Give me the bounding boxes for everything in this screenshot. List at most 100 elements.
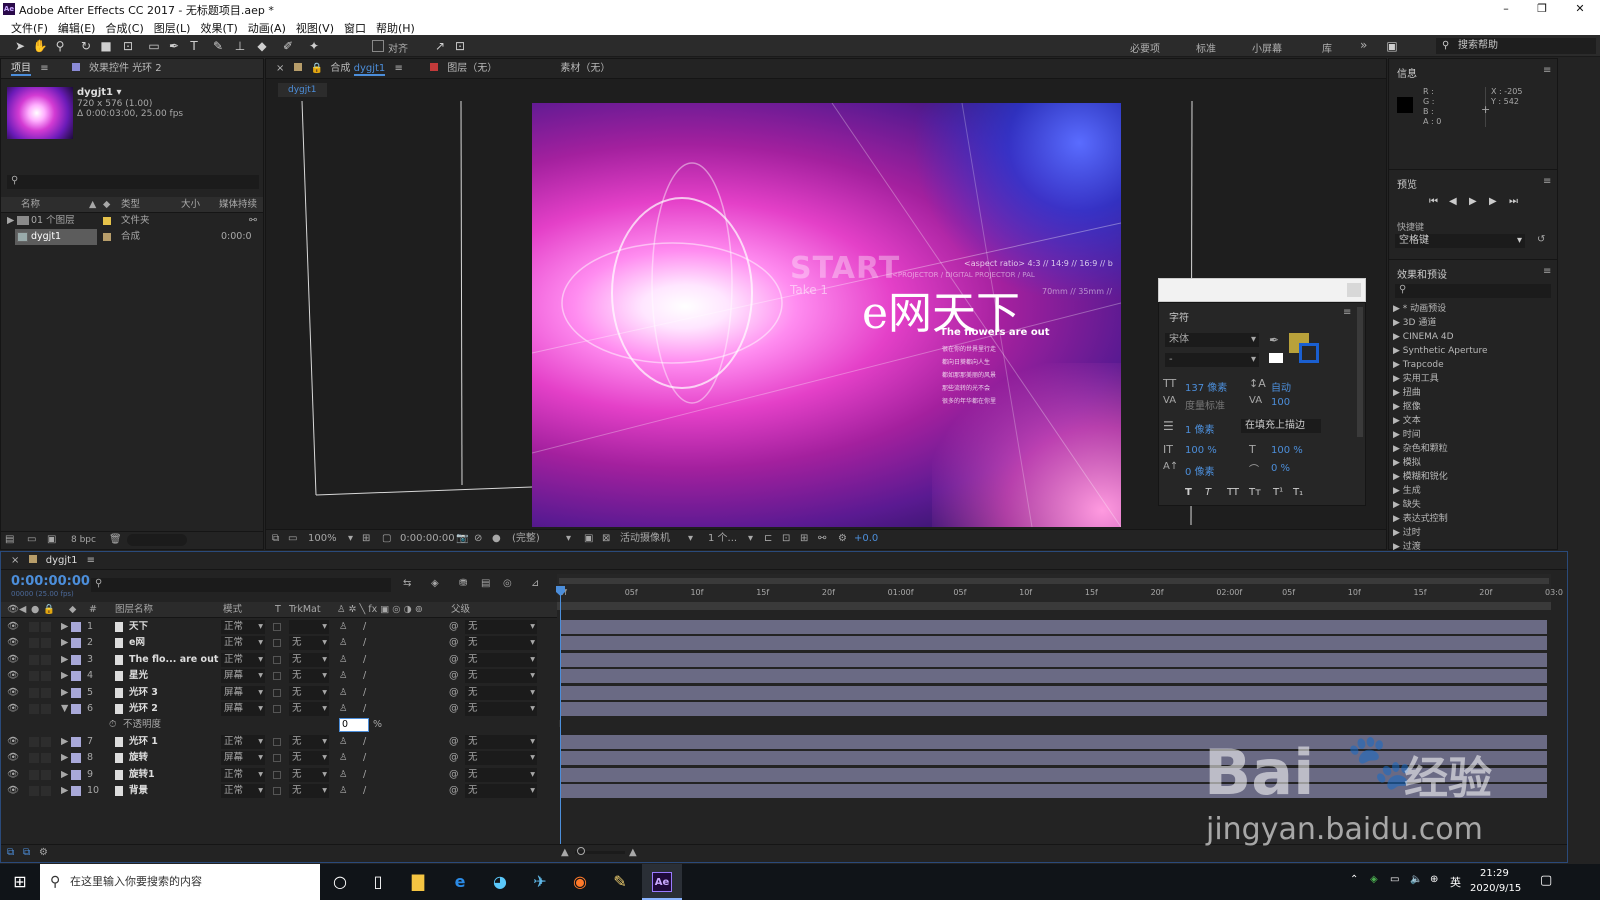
eye-icon[interactable]: 👁 [7,767,19,783]
parent-dropdown[interactable]: 无 ▾ [465,702,537,716]
toggle-mask-icon[interactable]: ▢ [382,530,391,548]
pickwhip-icon[interactable]: @ [449,734,459,750]
label-color-swatch[interactable] [71,671,81,682]
layer-name[interactable]: 光环 1 [129,734,158,750]
panel-menu-icon[interactable]: ≡ [1543,266,1551,277]
label-color-swatch[interactable] [71,704,81,714]
preserve-transparency-checkbox[interactable] [273,770,281,779]
layer-name[interactable]: 背景 [129,783,148,799]
faux-bold-button[interactable]: T [1185,487,1192,498]
parent-dropdown[interactable]: 无 ▾ [465,751,537,766]
last-frame-icon[interactable]: ⏭ [1509,196,1518,207]
label-color-swatch[interactable] [71,786,81,796]
eye-icon[interactable]: 👁 [7,734,19,750]
shy-icon[interactable]: ⛃ [459,578,467,589]
effect-category[interactable]: ▶ 表达式控制 [1393,512,1553,526]
lock-box[interactable] [41,638,51,649]
layer-row[interactable]: 👁 ▶ 1 天下 正常 ▾ ▾ ♙ / @ 无 ▾ [1,619,1567,635]
faux-italic-button[interactable]: T [1205,487,1211,498]
transparency-grid-icon[interactable]: ⊠ [602,530,610,548]
blend-mode-dropdown[interactable]: 屏幕 ▾ [221,669,265,684]
camera-tool-icon[interactable]: ■ [98,38,114,54]
shy-switch-icon[interactable]: ♙ [339,685,348,701]
preserve-transparency-checkbox[interactable] [273,639,281,648]
puppet-tool-icon[interactable]: ✦ [306,38,322,54]
shy-switch-icon[interactable]: ♙ [339,701,348,717]
all-caps-button[interactable]: TT [1227,487,1239,498]
effect-category[interactable]: ▶ 模糊和锐化 [1393,470,1553,484]
pickwhip-icon[interactable]: @ [449,635,459,651]
trkmat-dropdown[interactable]: 无 ▾ [289,734,329,749]
lock-box[interactable] [41,704,51,714]
eye-icon[interactable]: 👁 [7,668,19,684]
layer-name[interactable]: e网 [129,635,145,651]
effect-category[interactable]: ▶ 生成 [1393,484,1553,498]
stroke-width-value[interactable]: 1 像素 [1185,421,1215,436]
more-workspaces-button[interactable]: » [1360,38,1367,52]
quality-switch-icon[interactable]: / [363,619,366,635]
toggle-switches-icon[interactable]: ⧉ [7,847,14,858]
quality-switch-icon[interactable]: / [363,668,366,684]
project-search-input[interactable]: ⚲ [7,175,259,189]
effect-category[interactable]: ▶ Trapcode [1393,358,1553,372]
trkmat-dropdown[interactable]: 无 ▾ [289,636,329,651]
timeline-search-input[interactable]: ⚲ [91,578,391,592]
column-name[interactable]: 名称 [21,197,40,213]
pickwhip-icon[interactable]: @ [449,668,459,684]
superscript-button[interactable]: T¹ [1273,487,1283,498]
pickwhip-icon[interactable]: @ [449,701,459,717]
expand-arrow-icon[interactable]: ▶ [61,750,68,766]
type-tool-icon[interactable]: T [186,38,202,54]
comp-canvas[interactable]: START Take 1 <aspect ratio> 4:3 // 14:9 … [532,103,1121,527]
comp-mini-flowchart-icon[interactable]: ⇆ [403,578,411,589]
zoom-out-icon[interactable]: ▲ [561,847,569,858]
views-dropdown[interactable]: 1 个... [708,530,737,548]
parent-dropdown[interactable]: 无 ▾ [465,669,537,684]
qq-icon[interactable]: ◕ [488,870,512,894]
solo-toggle-icon[interactable]: ● [31,602,39,618]
prev-frame-icon[interactable]: ◀ [1449,196,1457,207]
expand-arrow-icon[interactable]: ▶ [61,685,68,701]
always-preview-icon[interactable]: ⧉ [272,530,279,548]
column-parent[interactable]: 父级 [451,602,470,618]
snapshot-icon[interactable]: 📷 [456,530,468,548]
parent-dropdown[interactable]: 无 ▾ [465,784,537,798]
effect-category[interactable]: ▶ 文本 [1393,414,1553,428]
network-icon[interactable]: ⊕ [1430,874,1438,885]
parent-dropdown[interactable]: 无 ▾ [465,636,537,651]
shy-switch-icon[interactable]: ♙ [339,619,348,635]
layer-duration-bar[interactable] [561,669,1547,684]
close-panel-icon[interactable] [1347,283,1361,297]
new-comp-icon[interactable]: ▣ [47,534,56,545]
workspace-libraries[interactable]: 库 [1322,40,1332,55]
interpret-footage-icon[interactable]: ▤ [5,534,14,545]
solo-box[interactable] [29,786,39,796]
layer-name[interactable]: 光环 3 [129,685,158,701]
blend-mode-dropdown[interactable]: 正常 ▾ [221,652,265,667]
menu-animation[interactable]: 动画(A) [243,18,291,35]
effect-category[interactable]: ▶ 时间 [1393,428,1553,442]
play-icon[interactable]: ▶ [1469,196,1477,207]
trkmat-dropdown[interactable]: 无 ▾ [289,767,329,782]
cortana-icon[interactable]: ○ [328,870,352,894]
solo-box[interactable] [29,654,39,665]
expand-arrow-icon[interactable]: ▶ [61,734,68,750]
bit-depth-button[interactable]: 8 bpc [71,535,96,545]
parent-dropdown[interactable]: 无 ▾ [465,685,537,700]
baseline-shift-value[interactable]: 0 像素 [1185,463,1215,478]
leading-value[interactable]: 自动 [1271,379,1291,394]
volume-icon[interactable]: 🔈 [1410,874,1422,885]
column-size[interactable]: 大小 [181,197,200,213]
timeline-tab[interactable]: dygjt1 [46,555,78,566]
panel-menu-icon[interactable]: ≡ [1543,176,1551,187]
quality-switch-icon[interactable]: / [363,652,366,668]
ime-indicator[interactable]: 英 [1450,874,1461,890]
exposure-value[interactable]: +0.0 [854,530,878,548]
label-color-swatch[interactable] [71,687,81,698]
pickwhip-icon[interactable]: @ [449,767,459,783]
region-of-interest-icon[interactable]: ▣ [584,530,593,548]
eye-icon[interactable]: 👁 [7,619,19,635]
roto-brush-tool-icon[interactable]: ✐ [280,38,296,54]
effect-category[interactable]: ▶ 扭曲 [1393,386,1553,400]
layer-duration-bar[interactable] [561,636,1547,651]
